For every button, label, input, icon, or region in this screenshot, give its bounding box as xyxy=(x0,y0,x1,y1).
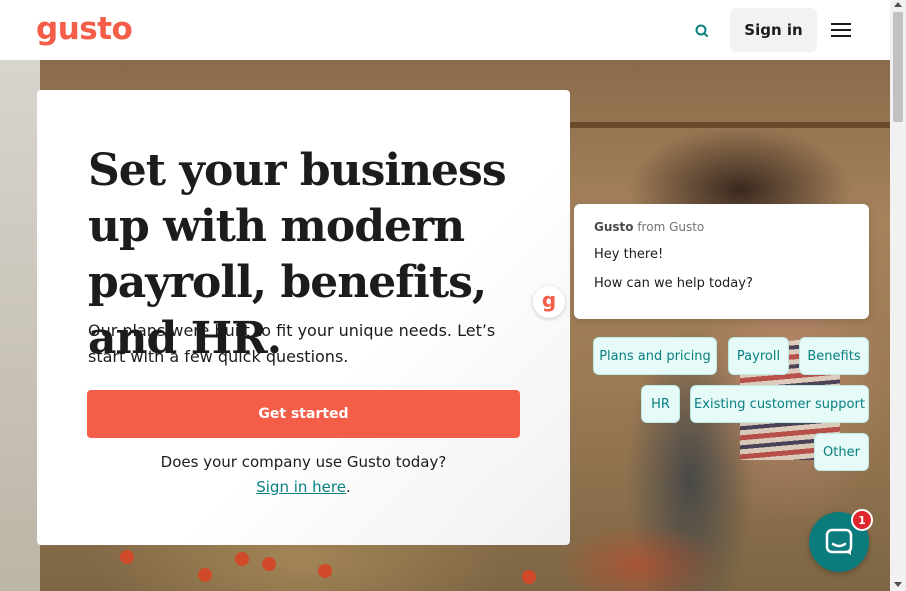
chat-option-payroll[interactable]: Payroll xyxy=(728,337,789,375)
gusto-logo[interactable]: gusto xyxy=(36,11,133,47)
site-header: gusto Sign in xyxy=(0,0,890,60)
hero-subtext: Our plans were built to fit your unique … xyxy=(88,321,496,366)
scroll-up-arrow-icon[interactable] xyxy=(894,2,902,7)
sign-in-button[interactable]: Sign in xyxy=(730,8,817,52)
chat-option-benefits[interactable]: Benefits xyxy=(799,337,869,375)
unread-count-badge: 1 xyxy=(851,509,873,531)
chat-option-existing-customer-support[interactable]: Existing customer support xyxy=(690,385,869,423)
chat-prompt: How can we help today? xyxy=(594,276,753,291)
search-button[interactable] xyxy=(690,19,714,43)
hero-photo-flower xyxy=(198,568,212,582)
hero-photo-flower xyxy=(522,570,536,584)
get-started-button[interactable]: Get started xyxy=(87,390,520,438)
hero-photo-flower xyxy=(262,557,276,571)
sign-in-here-line: Sign in here. xyxy=(87,478,520,496)
scroll-down-arrow-icon[interactable] xyxy=(894,582,902,587)
sign-in-here-link[interactable]: Sign in here xyxy=(256,478,346,496)
sign-in-here-period: . xyxy=(345,478,351,496)
hero-photo-wall xyxy=(0,60,40,591)
chat-sender-name: Gusto xyxy=(594,220,634,234)
hero-photo-flower xyxy=(120,550,134,564)
hero-photo-flower xyxy=(235,552,249,566)
chat-option-other[interactable]: Other xyxy=(814,433,869,471)
chat-greeting: Hey there! xyxy=(594,247,664,262)
search-icon xyxy=(695,24,708,37)
hero-photo-flower xyxy=(318,564,332,578)
chat-option-hr[interactable]: HR xyxy=(641,385,680,423)
gusto-chat-avatar: g xyxy=(533,286,565,318)
chat-option-plans-and-pricing[interactable]: Plans and pricing xyxy=(593,337,717,375)
chat-sender: Gusto from Gusto xyxy=(594,220,704,234)
hero-photo-shelf xyxy=(570,122,890,128)
chat-message-bubble[interactable]: Gusto from Gusto Hey there! How can we h… xyxy=(574,204,869,319)
chat-sender-suffix: from Gusto xyxy=(633,220,705,234)
chat-icon xyxy=(825,528,853,555)
scroll-thumb[interactable] xyxy=(893,12,903,122)
menu-button[interactable] xyxy=(829,20,855,40)
page-scrollbar[interactable] xyxy=(890,0,906,591)
existing-customer-question: Does your company use Gusto today? xyxy=(160,453,447,471)
